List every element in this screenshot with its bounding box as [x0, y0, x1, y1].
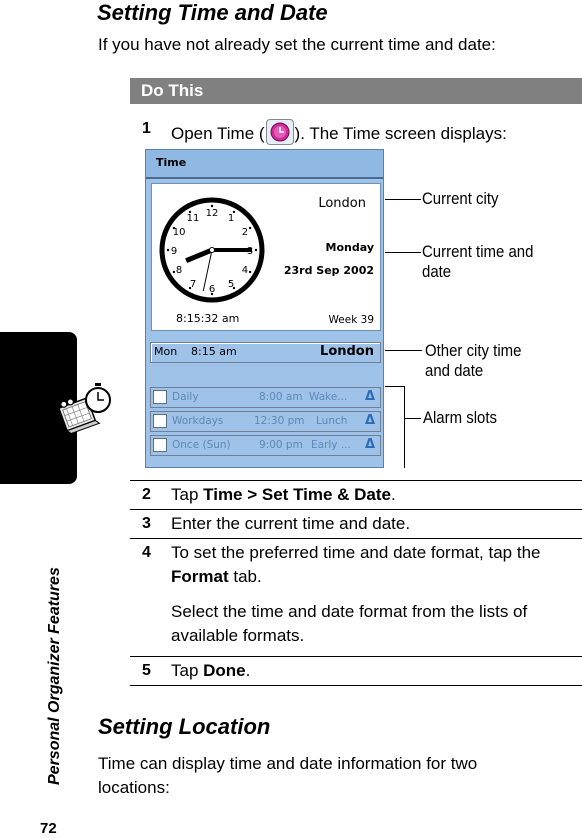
- callout-line: [404, 418, 421, 419]
- alarm-repeat: Daily: [172, 391, 199, 403]
- alarm-checkbox[interactable]: [153, 438, 167, 452]
- location-text-line1: Time can display time and date informati…: [98, 754, 478, 773]
- clock-tick: [188, 286, 192, 290]
- step-number: 2: [142, 486, 151, 503]
- time-screen: Time 121234567891011 London Monday 23rd …: [145, 149, 384, 468]
- clock-tick: [248, 270, 252, 274]
- analog-clock: 121234567891011: [159, 197, 265, 303]
- alarm-time: 8:00 am: [259, 391, 303, 403]
- step-number: 5: [142, 662, 151, 679]
- callout-current-city: Current city: [422, 189, 499, 208]
- callout-line: [385, 199, 421, 200]
- step-number: 4: [142, 544, 151, 561]
- alarm-slot[interactable]: Workdays 12:30 pm Lunch Δ: [150, 411, 381, 432]
- step-1-text: Open Time ( ). The Time screen displays:: [171, 119, 507, 145]
- clock-tick: [254, 248, 258, 252]
- divider: [130, 656, 582, 657]
- current-time: 8:15:32 am: [176, 312, 240, 325]
- current-day: Monday: [325, 241, 374, 254]
- step-number: 1: [142, 120, 151, 137]
- alarm-bell-icon[interactable]: Δ: [365, 413, 375, 428]
- callout-line: [385, 252, 421, 253]
- current-city: London: [318, 196, 366, 211]
- callout-other-city-line1: Other city time: [425, 341, 522, 360]
- other-city-day: Mon: [154, 345, 178, 358]
- clock-tick: [166, 248, 170, 252]
- step-4-line1: To set the preferred time and date forma…: [171, 543, 541, 562]
- clock-number: 12: [206, 208, 219, 219]
- screen-title-bar: Time: [146, 150, 383, 179]
- section-heading-location: Setting Location: [98, 714, 271, 739]
- alarm-checkbox[interactable]: [153, 390, 167, 404]
- callout-current-time-line1: Current time and: [422, 242, 534, 261]
- clock-number: 11: [187, 213, 200, 224]
- callout-alarm-slots: Alarm slots: [423, 408, 497, 427]
- divider: [130, 538, 582, 539]
- done-label: Done: [203, 661, 246, 680]
- step-3-text: Enter the current time and date.: [171, 514, 411, 533]
- alarm-label: Early ...: [311, 439, 351, 451]
- organizer-icon: [56, 378, 116, 438]
- alarm-bell-icon[interactable]: Δ: [365, 437, 375, 452]
- alarm-bell-icon[interactable]: Δ: [365, 389, 375, 404]
- alarm-checkbox[interactable]: [153, 414, 167, 428]
- clock-app-icon: [265, 119, 294, 145]
- clock-number: 8: [176, 265, 182, 276]
- step-5-text: Tap Done.: [171, 661, 251, 680]
- alarm-slot[interactable]: Once (Sun) 9:00 pm Early ... Δ: [150, 435, 381, 456]
- menu-path: Time > Set Time & Date: [203, 485, 392, 504]
- alarm-label: Lunch: [316, 415, 348, 427]
- clock-tick: [172, 270, 176, 274]
- other-city-bar[interactable]: Mon 8:15 am London: [150, 342, 381, 363]
- clock-number: 2: [242, 227, 248, 238]
- clock-tick: [232, 286, 236, 290]
- location-text-line2: locations:: [98, 778, 170, 797]
- week-number: Week 39: [328, 314, 374, 326]
- intro-text: If you have not already set the current …: [98, 35, 496, 54]
- section-heading-time-date: Setting Time and Date: [97, 0, 328, 25]
- do-this-header: Do This: [130, 78, 582, 104]
- step-4-note: Select the time and date format from the…: [171, 602, 528, 645]
- current-date: 23rd Sep 2002: [283, 264, 374, 277]
- clock-tick: [210, 204, 214, 208]
- other-city-time: 8:15 am: [191, 345, 237, 358]
- clock-number: 9: [171, 246, 177, 257]
- clock-tick: [248, 226, 252, 230]
- step-number: 3: [142, 515, 151, 532]
- divider: [130, 509, 582, 510]
- callout-line: [385, 386, 404, 387]
- other-city-name: London: [320, 344, 374, 359]
- step-4-line2: Format tab.: [171, 567, 262, 586]
- step-2-text: Tap Time > Set Time & Date.: [171, 485, 396, 504]
- clock-panel: 121234567891011 London Monday 23rd Sep 2…: [151, 183, 381, 331]
- clock-tick: [232, 210, 236, 214]
- alarm-label: Wake...: [309, 391, 348, 403]
- callout-current-time-line2: date: [422, 262, 452, 281]
- page-number: 72: [40, 820, 57, 837]
- format-tab-label: Format: [171, 567, 229, 586]
- alarm-time: 9:00 pm: [259, 439, 303, 451]
- alarm-slot[interactable]: Daily 8:00 am Wake... Δ: [150, 387, 381, 408]
- clock-tick: [172, 226, 176, 230]
- divider: [130, 480, 582, 481]
- callout-line: [385, 350, 422, 351]
- callout-other-city-line2: and date: [425, 361, 484, 380]
- alarm-time: 12:30 pm: [254, 415, 305, 427]
- clock-tick: [188, 210, 192, 214]
- clock-center: [209, 247, 215, 253]
- chapter-title: Personal Organizer Features: [46, 567, 63, 785]
- alarm-repeat: Workdays: [172, 415, 224, 427]
- clock-number: 1: [228, 213, 234, 224]
- clock-number: 4: [242, 265, 248, 276]
- clock-tick: [210, 292, 214, 296]
- alarm-repeat: Once (Sun): [172, 439, 231, 451]
- callout-line: [404, 386, 405, 468]
- divider: [130, 685, 582, 686]
